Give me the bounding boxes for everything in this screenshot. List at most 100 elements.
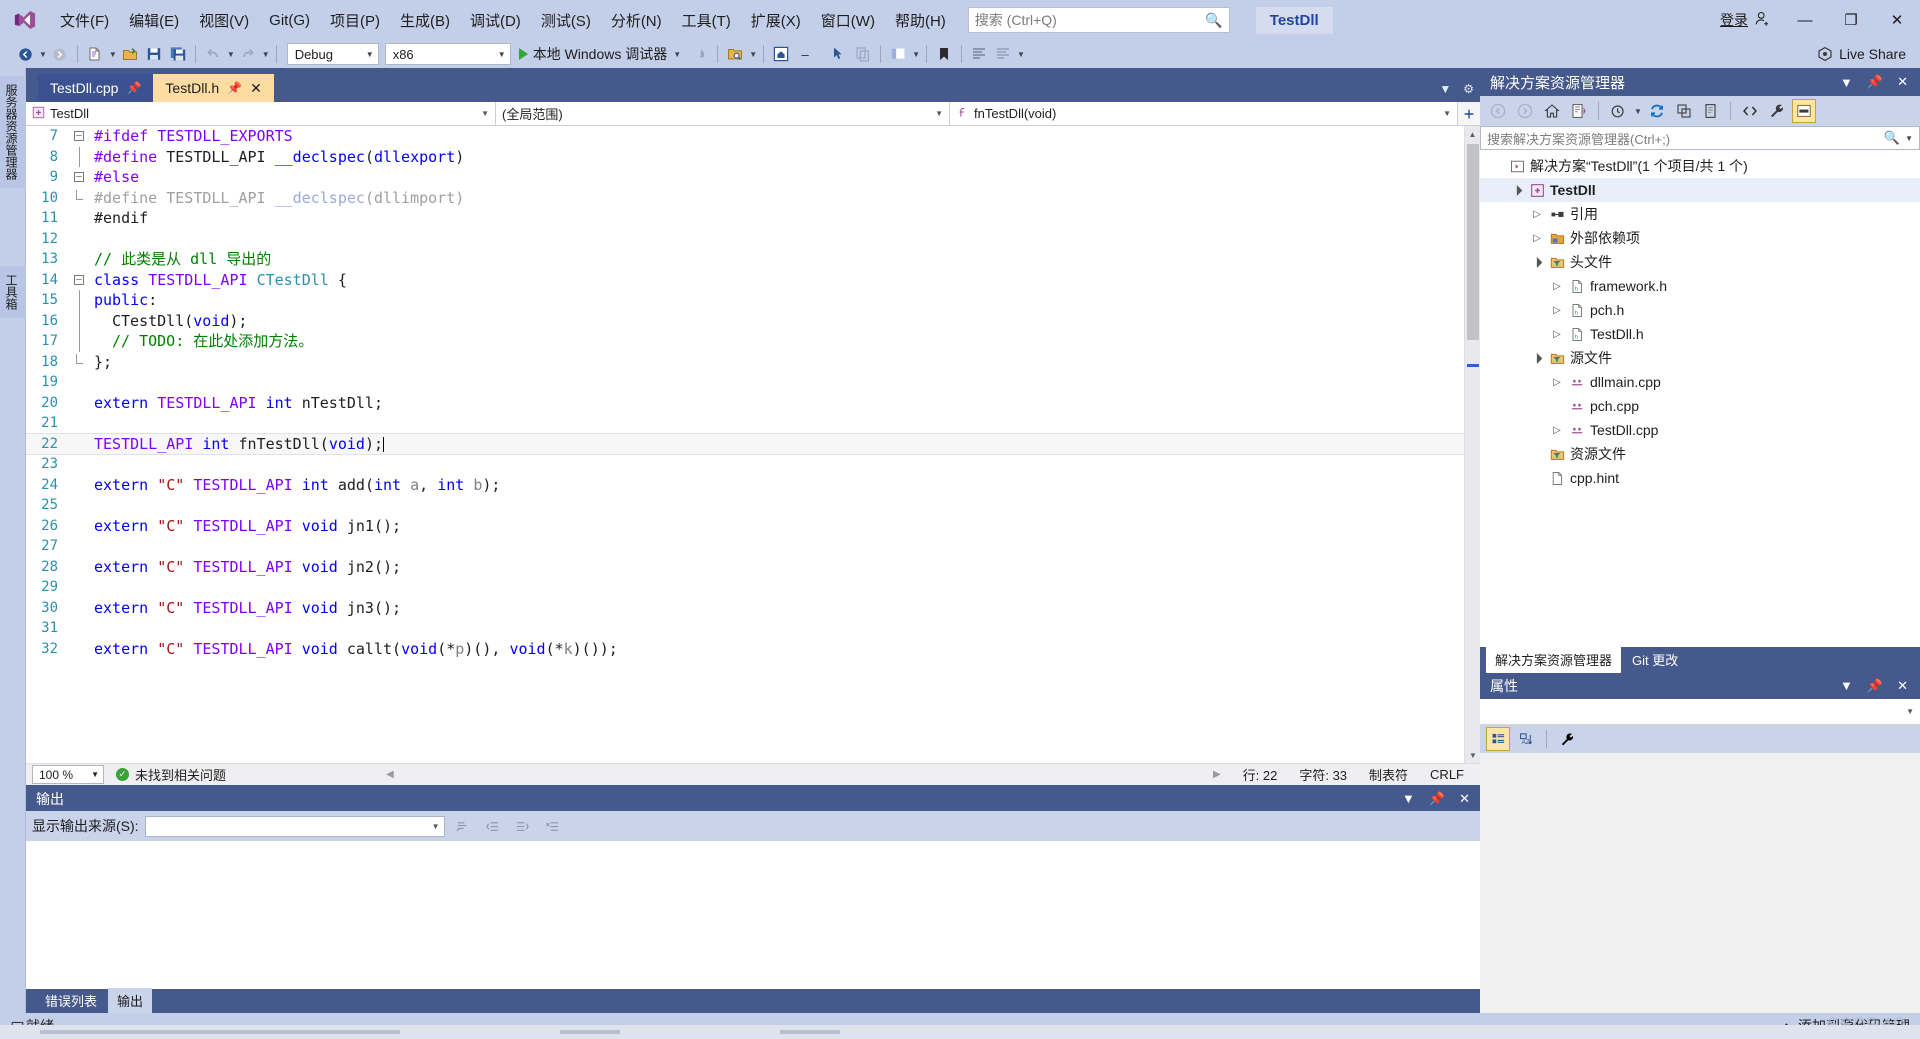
alphabetical-icon[interactable]: AZ <box>1514 727 1538 751</box>
code-line[interactable]: 20extern TESTDLL_API int nTestDll; <box>26 393 1464 414</box>
uncomment-lines-icon[interactable] <box>992 42 1014 66</box>
copy-tool-icon[interactable] <box>852 42 874 66</box>
menu-analyze[interactable]: 分析(N) <box>601 4 672 37</box>
code-line[interactable]: 21 <box>26 413 1464 434</box>
tree-item[interactable]: ▷dllmain.cpp <box>1480 370 1920 394</box>
menu-extensions[interactable]: 扩展(X) <box>741 4 811 37</box>
scrollbar-thumb[interactable] <box>1467 144 1479 340</box>
code-line[interactable]: 18}; <box>26 352 1464 373</box>
close-button[interactable]: ✕ <box>1874 0 1920 40</box>
menu-test[interactable]: 测试(S) <box>531 4 601 37</box>
code-editor[interactable]: 7–#ifdef TESTDLL_EXPORTS8#define TESTDLL… <box>26 126 1480 763</box>
tree-item[interactable]: cpp.hint <box>1480 466 1920 490</box>
properties-object-combo[interactable]: ▼ <box>1480 699 1920 725</box>
code-text-area[interactable]: 7–#ifdef TESTDLL_EXPORTS8#define TESTDLL… <box>26 126 1464 763</box>
code-line[interactable]: 27 <box>26 536 1464 557</box>
code-line[interactable]: 29 <box>26 577 1464 598</box>
code-line[interactable]: 32extern "C" TESTDLL_API void callt(void… <box>26 639 1464 660</box>
redo-icon[interactable] <box>237 42 259 66</box>
menu-edit[interactable]: 编辑(E) <box>119 4 189 37</box>
chevron-down-icon[interactable]: ▼ <box>673 50 681 59</box>
back-icon[interactable] <box>1486 99 1510 123</box>
code-line[interactable]: 19 <box>26 372 1464 393</box>
sign-in-button[interactable]: 登录 <box>1710 10 1782 31</box>
solution-explorer-search-input[interactable]: 搜索解决方案资源管理器(Ctrl+;) 🔍 ▼ <box>1480 126 1920 150</box>
menu-file[interactable]: 文件(F) <box>50 4 119 37</box>
window-layout-icon[interactable] <box>887 42 909 66</box>
menu-view[interactable]: 视图(V) <box>189 4 259 37</box>
go-home-icon[interactable] <box>770 42 792 66</box>
toolbar-grip[interactable] <box>4 45 12 63</box>
categorized-icon[interactable] <box>1486 727 1510 751</box>
code-line[interactable]: 28extern "C" TESTDLL_API void jn2(); <box>26 557 1464 578</box>
code-line[interactable]: 13// 此类是从 dll 导出的 <box>26 249 1464 270</box>
expander-collapse-icon[interactable]: ◢ <box>1527 252 1548 273</box>
code-line[interactable]: 8#define TESTDLL_API __declspec(dllexpor… <box>26 147 1464 168</box>
chevron-down-icon[interactable]: ▼ <box>1402 791 1415 807</box>
code-line[interactable]: 31 <box>26 618 1464 639</box>
properties-grid[interactable] <box>1480 753 1920 1013</box>
navigate-back-dropdown-icon[interactable]: ▼ <box>39 50 47 59</box>
pin-icon[interactable]: 📌 <box>1429 791 1445 807</box>
fold-collapse-icon[interactable]: – <box>68 131 90 141</box>
solution-platform-combo[interactable]: x86 ▼ <box>385 43 511 65</box>
navbar-member-combo[interactable]: fnTestDll(void) ▼ <box>950 102 1458 125</box>
collapse-all-icon[interactable] <box>1672 99 1696 123</box>
editor-settings-icon[interactable]: ⚙ <box>1463 82 1474 96</box>
save-all-icon[interactable] <box>167 42 189 66</box>
dock-tab-error-list[interactable]: 错误列表 <box>36 988 106 1013</box>
previous-message-icon[interactable] <box>481 815 505 837</box>
live-share-button[interactable]: Live Share <box>1817 46 1906 62</box>
tree-item[interactable]: pch.cpp <box>1480 394 1920 418</box>
navigate-back-icon[interactable] <box>14 42 36 66</box>
expander-expand-icon[interactable]: ▷ <box>1528 233 1546 244</box>
collapse-toolbar-icon[interactable]: – <box>794 42 816 66</box>
expander-expand-icon[interactable]: ▷ <box>1548 377 1566 388</box>
tree-item[interactable]: ▷TestDll.cpp <box>1480 418 1920 442</box>
tree-item[interactable]: ▷hTestDll.h <box>1480 322 1920 346</box>
code-line[interactable]: 14–class TESTDLL_API CTestDll { <box>26 270 1464 291</box>
toggle-word-wrap-icon[interactable] <box>571 815 595 837</box>
code-line[interactable]: 26extern "C" TESTDLL_API void jn1(); <box>26 516 1464 537</box>
code-line[interactable]: 9–#else <box>26 167 1464 188</box>
menu-window[interactable]: 窗口(W) <box>811 4 885 37</box>
menu-tools[interactable]: 工具(T) <box>672 4 741 37</box>
horizontal-scroll-right-arrow-icon[interactable]: ▶ <box>1213 769 1221 780</box>
forward-icon[interactable] <box>1513 99 1537 123</box>
tab-list-dropdown-icon[interactable]: ▼ <box>1439 82 1451 96</box>
filter-dropdown-icon[interactable]: ▼ <box>1634 107 1642 116</box>
close-icon[interactable]: ✕ <box>250 80 262 97</box>
pin-icon[interactable]: 📌 <box>227 81 242 95</box>
tree-item[interactable]: ▷hpch.h <box>1480 298 1920 322</box>
select-tool-icon[interactable] <box>828 42 850 66</box>
solution-explorer-tree[interactable]: 解决方案“TestDll”(1 个项目/共 1 个)◢TestDll▷引用▷外部… <box>1480 150 1920 647</box>
tree-item[interactable]: ▷hframework.h <box>1480 274 1920 298</box>
undo-icon[interactable] <box>202 42 224 66</box>
scroll-up-arrow-icon[interactable]: ▲ <box>1465 126 1480 142</box>
document-tab-testdll-cpp[interactable]: TestDll.cpp 📌 <box>38 74 153 102</box>
dock-tab-git-changes[interactable]: Git 更改 <box>1623 646 1687 673</box>
code-line[interactable]: 12 <box>26 229 1464 250</box>
tree-item[interactable]: ◢TestDll <box>1480 178 1920 202</box>
code-line[interactable]: 7–#ifdef TESTDLL_EXPORTS <box>26 126 1464 147</box>
home-icon[interactable] <box>1540 99 1564 123</box>
toolbar-grip-2[interactable] <box>818 45 826 63</box>
expander-expand-icon[interactable]: ▷ <box>1548 425 1566 436</box>
navigate-forward-icon[interactable] <box>49 42 71 66</box>
maximize-restore-button[interactable]: ❐ <box>1828 0 1874 40</box>
close-icon[interactable]: ✕ <box>1897 74 1908 90</box>
fold-collapse-icon[interactable]: – <box>68 275 90 285</box>
document-tab-testdll-h[interactable]: TestDll.h 📌 ✕ <box>153 74 273 102</box>
code-line[interactable]: 17// TODO: 在此处添加方法。 <box>26 331 1464 352</box>
chevron-down-icon[interactable]: ▼ <box>1840 678 1853 694</box>
scroll-down-arrow-icon[interactable]: ▼ <box>1465 747 1481 763</box>
code-line[interactable]: 30extern "C" TESTDLL_API void jn3(); <box>26 598 1464 619</box>
menu-debug[interactable]: 调试(D) <box>460 4 531 37</box>
menu-git[interactable]: Git(G) <box>259 6 320 35</box>
expander-collapse-icon[interactable]: ◢ <box>1507 180 1528 201</box>
expander-collapse-icon[interactable]: ◢ <box>1527 348 1548 369</box>
undo-dropdown-icon[interactable]: ▼ <box>227 50 235 59</box>
find-dropdown-icon[interactable]: ▼ <box>749 50 757 59</box>
menu-project[interactable]: 项目(P) <box>320 4 390 37</box>
expander-expand-icon[interactable]: ▷ <box>1528 209 1546 220</box>
